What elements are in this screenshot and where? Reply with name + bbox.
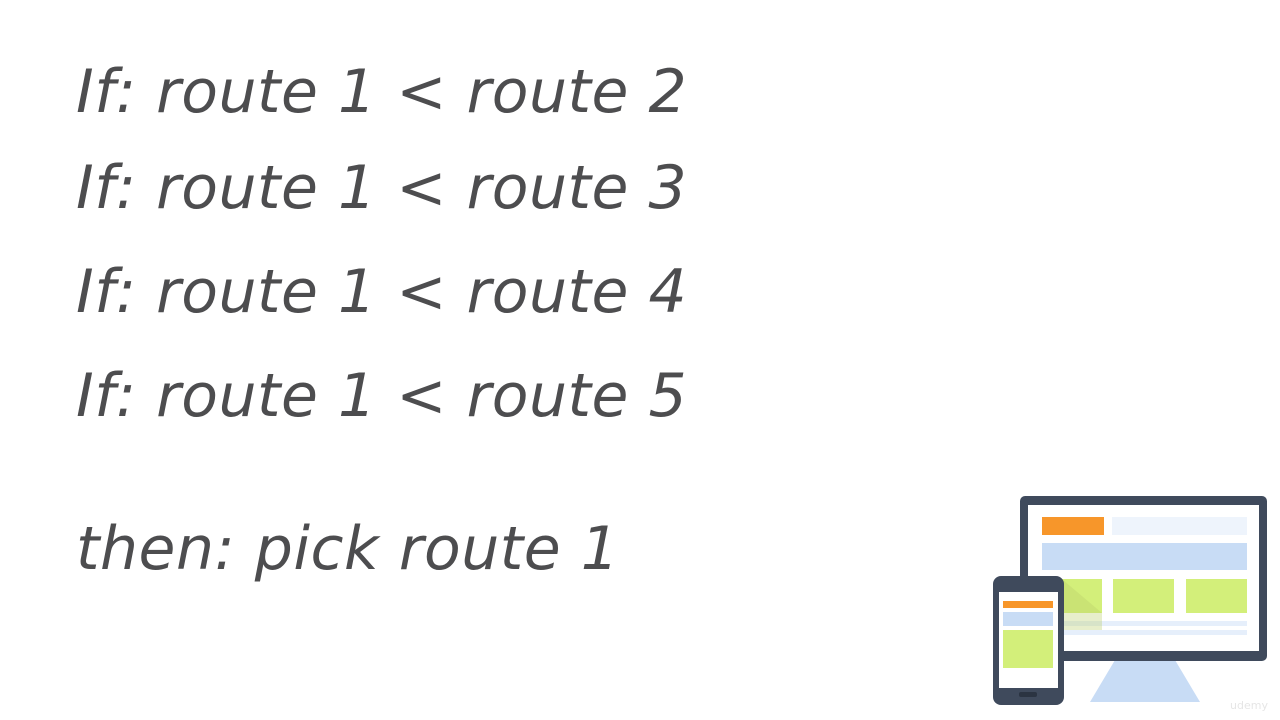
condition-line-1: If: route 1 < route 2 (76, 57, 688, 127)
slide: If: route 1 < route 2 If: route 1 < rout… (0, 0, 1280, 720)
watermark: udemy (1230, 699, 1268, 712)
conclusion-line: then: pick route 1 (76, 514, 620, 584)
condition-line-4: If: route 1 < route 5 (76, 361, 688, 431)
responsive-devices-icon (993, 496, 1267, 705)
condition-line-3: If: route 1 < route 4 (76, 257, 688, 327)
condition-line-2: If: route 1 < route 3 (76, 153, 688, 223)
